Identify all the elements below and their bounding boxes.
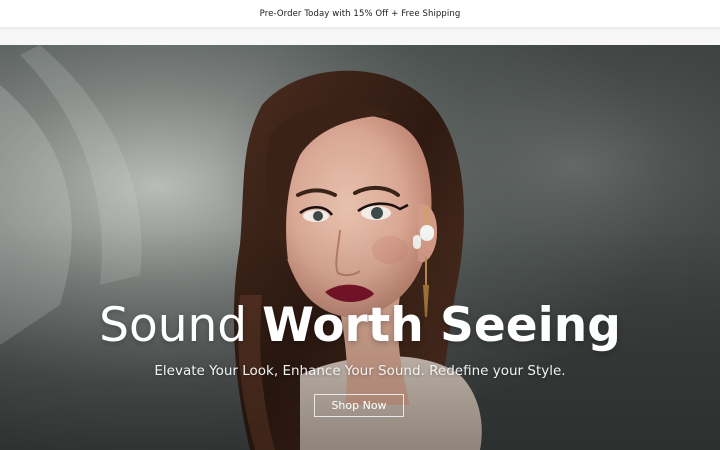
shop-now-button[interactable]: Shop Now: [314, 394, 404, 417]
site-header: [0, 28, 720, 45]
hero-banner: Sound Worth Seeing Elevate Your Look, En…: [0, 45, 720, 450]
hero-title-bold: Worth Seeing: [262, 298, 621, 353]
hero-title-light: Sound: [99, 298, 248, 353]
hero-overlay: [0, 45, 720, 450]
announcement-bar: Pre-Order Today with 15% Off + Free Ship…: [0, 0, 720, 28]
hero-subtitle: Elevate Your Look, Enhance Your Sound. R…: [154, 363, 566, 379]
announcement-text: Pre-Order Today with 15% Off + Free Ship…: [259, 8, 461, 19]
hero-title: Sound Worth Seeing: [0, 297, 720, 355]
